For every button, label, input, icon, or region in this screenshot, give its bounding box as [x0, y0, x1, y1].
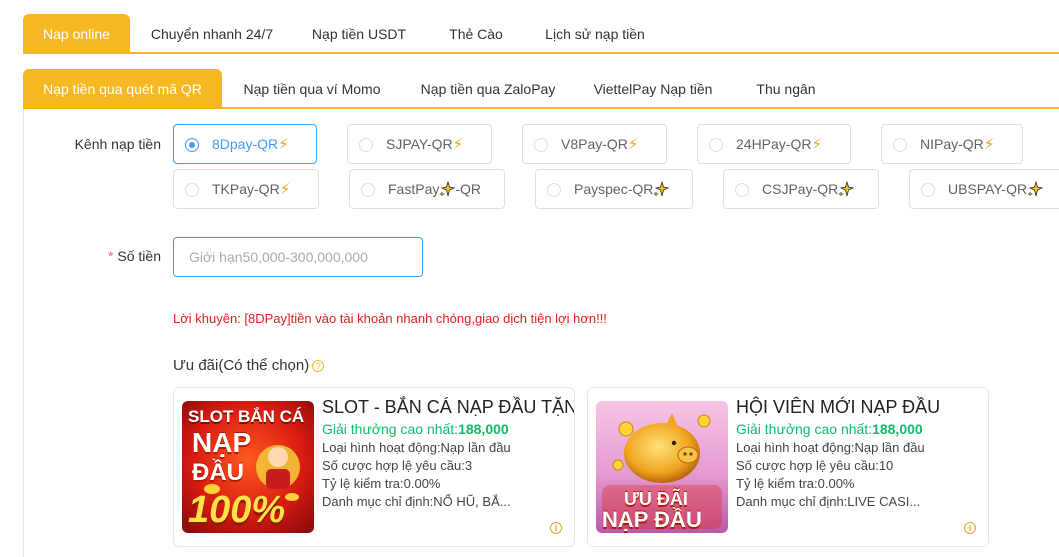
sparkle-icon — [439, 173, 456, 197]
radio-icon — [735, 183, 749, 197]
lightning-icon: ⚡ — [627, 136, 639, 153]
promo-type: Loại hình hoạt động:Nạp lần đầu — [322, 440, 511, 455]
tab-viettelpay[interactable]: ViettelPay Nạp tiền — [589, 69, 717, 109]
radio-icon — [709, 138, 723, 152]
tab-the-cao[interactable]: Thẻ Cào — [439, 14, 513, 54]
radio-icon — [534, 138, 548, 152]
channel-option-8dpay[interactable]: 8Dpay-QR⚡ — [173, 124, 317, 164]
promo-image-new-member: ƯU ĐÃI NẠP ĐẦU — [596, 401, 728, 533]
tab-qr[interactable]: Nạp tiền qua quét mã QR — [23, 69, 222, 109]
required-mark: * — [107, 248, 114, 264]
promo-turnover: Số cược hợp lệ yêu cầu:3 — [322, 458, 473, 473]
lightning-icon: ⚡ — [279, 181, 291, 198]
channel-option-sjpay[interactable]: SJPAY-QR⚡ — [347, 124, 492, 164]
primary-tabs: Nap online Chuyển nhanh 24/7 Nạp tiền US… — [23, 0, 1059, 54]
radio-icon — [921, 183, 935, 197]
sparkle-icon — [1026, 173, 1044, 197]
tab-nap-usdt[interactable]: Nạp tiền USDT — [305, 14, 413, 54]
radio-icon — [361, 183, 375, 197]
promo-card-slot[interactable]: SLOT BẮN CÁ NẠP ĐẦU 100% SLOT - BẮN CÁ N… — [173, 387, 575, 547]
promo-check-rate: Tỷ lệ kiểm tra:0.00% — [736, 476, 855, 491]
lightning-icon: ⚡ — [811, 136, 823, 153]
radio-icon — [893, 138, 907, 152]
channel-option-fastpay[interactable]: FastPay -QR — [349, 169, 505, 209]
info-icon[interactable]: i — [964, 522, 976, 534]
tab-thu-ngan[interactable]: Thu ngân — [745, 69, 827, 109]
panel-border — [23, 109, 24, 557]
lightning-icon: ⚡ — [983, 136, 995, 153]
tab-lich-su[interactable]: Lịch sử nạp tiền — [537, 14, 653, 54]
sparkle-icon — [838, 173, 855, 197]
promo-category: Danh mục chỉ định:LIVE CASI... — [736, 494, 921, 509]
tab-zalopay[interactable]: Nạp tiền qua ZaloPay — [413, 69, 563, 109]
amount-input[interactable] — [173, 237, 423, 277]
promo-type: Loại hình hoạt động:Nạp lần đầu — [736, 440, 925, 455]
promo-image-slot: SLOT BẮN CÁ NẠP ĐẦU 100% — [182, 401, 314, 533]
advice-text: Lời khuyên: [8DPay]tiền vào tài khoản nh… — [173, 311, 607, 326]
promo-turnover: Số cược hợp lệ yêu cầu:10 — [736, 458, 894, 473]
promo-category: Danh mục chỉ định:NỔ HŨ, BẮ... — [322, 494, 511, 509]
promo-check-rate: Tỷ lệ kiểm tra:0.00% — [322, 476, 441, 491]
radio-icon — [547, 183, 561, 197]
radio-icon — [185, 183, 199, 197]
tab-momo[interactable]: Nạp tiền qua ví Momo — [235, 69, 389, 109]
promotions-title: Ưu đãi(Có thể chọn)? — [173, 357, 325, 374]
channel-option-24hpay[interactable]: 24HPay-QR⚡ — [697, 124, 851, 164]
lightning-icon: ⚡ — [278, 136, 289, 153]
sparkle-icon — [653, 173, 670, 197]
channel-option-v8pay[interactable]: V8Pay-QR⚡ — [522, 124, 667, 164]
channel-option-tkpay[interactable]: TKPay-QR⚡ — [173, 169, 319, 209]
radio-selected-icon — [185, 138, 199, 152]
channel-option-ubspay[interactable]: UBSPAY-QR — [909, 169, 1059, 209]
promo-reward: Giải thưởng cao nhất:188,000 — [322, 421, 509, 437]
channel-label: Kênh nạp tiền — [74, 136, 161, 152]
channel-option-csjpay[interactable]: CSJPay-QR — [723, 169, 879, 209]
tab-chuyen-nhanh[interactable]: Chuyển nhanh 24/7 — [143, 14, 281, 54]
channel-option-payspec[interactable]: Payspec-QR — [535, 169, 693, 209]
amount-label: * Số tiền — [107, 248, 161, 264]
radio-icon — [359, 138, 373, 152]
info-icon[interactable]: i — [550, 522, 562, 534]
promo-card-new-member[interactable]: ƯU ĐÃI NẠP ĐẦU HỘI VIÊN MỚI NẠP ĐẦU Giải… — [587, 387, 989, 547]
promo-title: HỘI VIÊN MỚI NẠP ĐẦU — [736, 397, 941, 417]
help-icon[interactable]: ? — [312, 360, 325, 372]
secondary-tabs: Nạp tiền qua quét mã QR Nạp tiền qua ví … — [23, 54, 1059, 109]
lightning-icon: ⚡ — [452, 136, 464, 153]
promo-title: SLOT - BẮN CÁ NẠP ĐẦU TẶNG 100% — [322, 397, 574, 417]
channel-option-nipay[interactable]: NIPay-QR⚡ — [881, 124, 1023, 164]
tab-nap-online[interactable]: Nap online — [23, 14, 130, 54]
promo-reward: Giải thưởng cao nhất:188,000 — [736, 421, 923, 437]
